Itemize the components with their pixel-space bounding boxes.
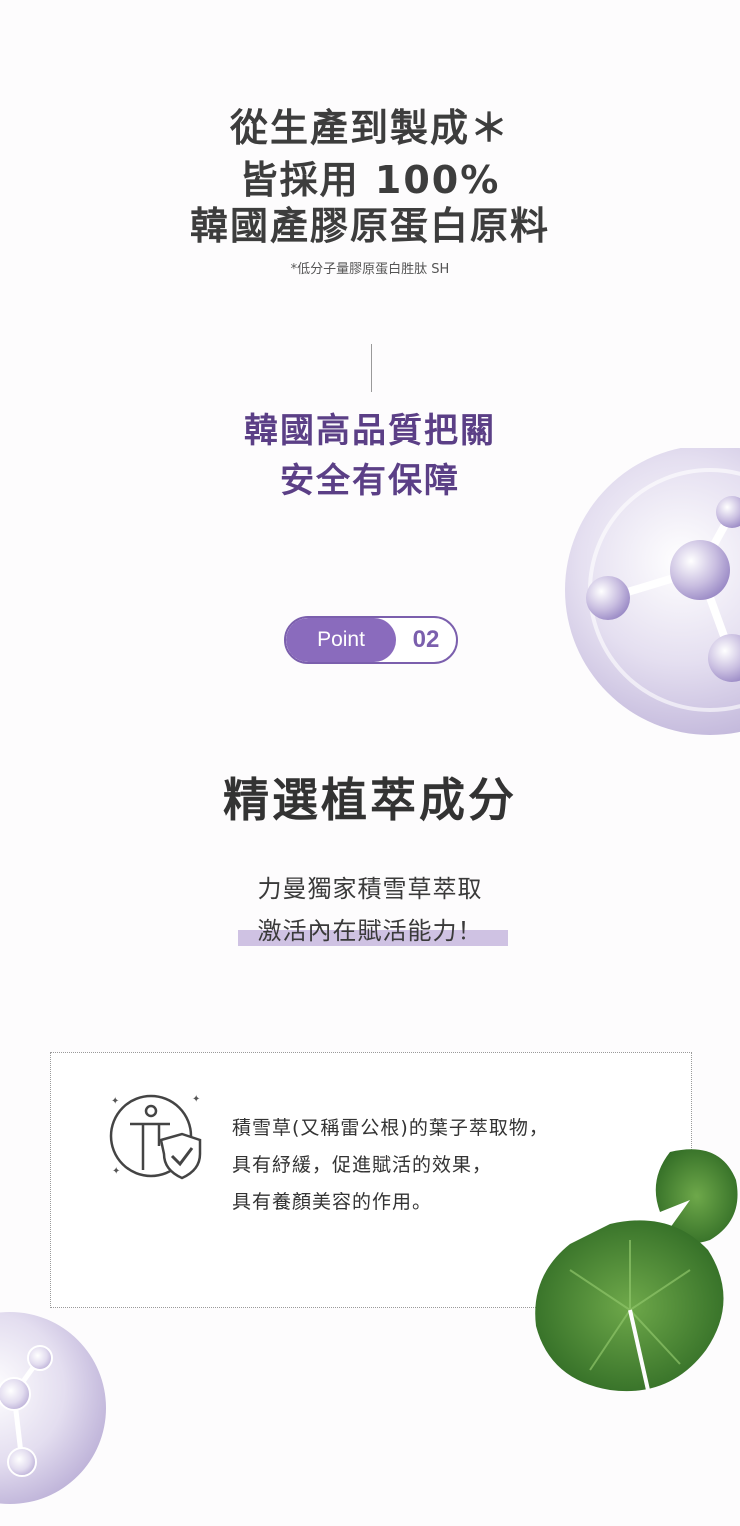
svg-text:✦: ✦ bbox=[111, 1096, 119, 1107]
point-badge: Point 02 bbox=[284, 616, 458, 664]
svg-text:✦: ✦ bbox=[112, 1166, 120, 1177]
info-line-3: 具有養顏美容的作用。 bbox=[232, 1191, 433, 1213]
info-text: 積雪草(又稱雷公根)的葉子萃取物， 具有紓緩，促進賦活的效果， 具有養顏美容的作… bbox=[232, 1110, 549, 1221]
molecule-bubble-image bbox=[565, 448, 740, 735]
info-line-1: 積雪草(又稱雷公根)的葉子萃取物， bbox=[232, 1117, 549, 1139]
centella-leaf-image bbox=[535, 1149, 738, 1392]
section-subtitle-2: 激活內在賦活能力！ bbox=[257, 917, 483, 945]
hero-footnote: *低分子量膠原蛋白胜肽 SH bbox=[290, 262, 450, 277]
point-number: 02 bbox=[412, 626, 440, 653]
section-subtitle-1: 力曼獨家積雪草萃取 bbox=[257, 875, 483, 903]
info-line-2: 具有紓緩，促進賦活的效果， bbox=[232, 1154, 493, 1176]
point-label: Point bbox=[286, 618, 396, 662]
vertical-divider bbox=[371, 344, 372, 392]
hero-line-3: 韓國產膠原蛋白原料 bbox=[189, 204, 550, 248]
molecule-bubble-small-image bbox=[0, 1312, 106, 1504]
svg-text:✦: ✦ bbox=[192, 1094, 200, 1105]
section-title: 精選植萃成分 bbox=[223, 773, 517, 827]
body-shield-check-icon: ✦ ✦ ✦ bbox=[109, 1094, 202, 1180]
hero-line-1: 從生產到製成＊ bbox=[229, 106, 510, 150]
